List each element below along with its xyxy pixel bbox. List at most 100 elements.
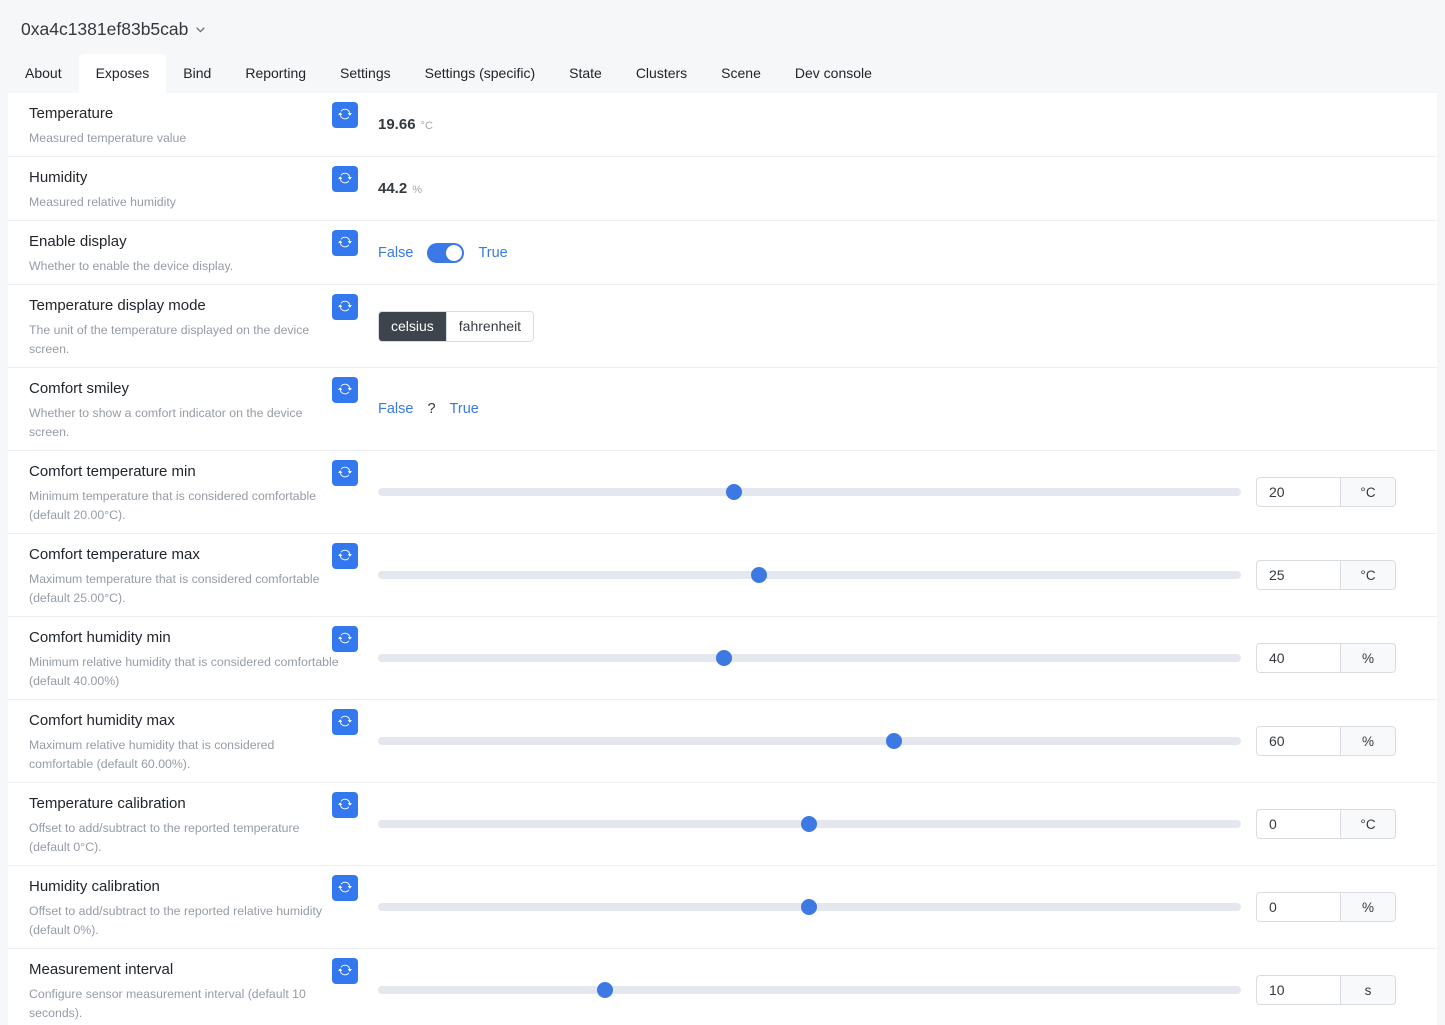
- value-input[interactable]: [1256, 643, 1340, 673]
- slider[interactable]: [378, 899, 1241, 915]
- false-label[interactable]: False: [378, 245, 413, 261]
- refresh-button[interactable]: [332, 709, 358, 735]
- slider-track[interactable]: [378, 986, 1241, 994]
- unit-label: °C: [421, 120, 433, 132]
- unit-addon: %: [1340, 726, 1396, 756]
- true-label[interactable]: True: [450, 401, 479, 417]
- row-description: Whether to show a comfort indicator on t…: [29, 404, 341, 442]
- unit-addon: s: [1340, 975, 1396, 1005]
- slider-thumb[interactable]: [886, 733, 902, 749]
- slider-track[interactable]: [378, 571, 1241, 579]
- value-input[interactable]: [1256, 560, 1340, 590]
- row-title: Humidity: [29, 168, 332, 188]
- value-text: 19.66: [378, 116, 416, 133]
- value-text: 44.2: [378, 180, 407, 197]
- slider-thumb[interactable]: [597, 982, 613, 998]
- tab-dev-console[interactable]: Dev console: [778, 54, 889, 93]
- row-title: Comfort temperature min: [29, 462, 332, 482]
- slider[interactable]: [378, 484, 1241, 500]
- value-input[interactable]: [1256, 477, 1340, 507]
- unit-addon: %: [1340, 643, 1396, 673]
- row-title: Comfort temperature max: [29, 545, 332, 565]
- expose-row-humidity-calibration: Humidity calibration Offset to add/subtr…: [8, 866, 1437, 949]
- slider[interactable]: [378, 982, 1241, 998]
- expose-row-comfort-temperature-min: Comfort temperature min Minimum temperat…: [8, 451, 1437, 534]
- slider-thumb[interactable]: [726, 484, 742, 500]
- refresh-button[interactable]: [332, 377, 358, 403]
- expose-row-comfort-humidity-max: Comfort humidity max Maximum relative hu…: [8, 700, 1437, 783]
- expose-row-temperature: Temperature Measured temperature value 1…: [8, 93, 1437, 157]
- tab-scene[interactable]: Scene: [704, 54, 778, 93]
- slider[interactable]: [378, 816, 1241, 832]
- unit-addon: °C: [1340, 809, 1396, 839]
- refresh-button[interactable]: [332, 543, 358, 569]
- refresh-icon: [338, 963, 352, 980]
- expose-row-temperature-display-mode: Temperature display mode The unit of the…: [8, 285, 1437, 368]
- value-input[interactable]: [1256, 892, 1340, 922]
- expose-row-comfort-smiley: Comfort smiley Whether to show a comfort…: [8, 368, 1437, 451]
- value-input[interactable]: [1256, 809, 1340, 839]
- value-input[interactable]: [1256, 975, 1340, 1005]
- device-header: 0xa4c1381ef83b5cab: [0, 0, 1445, 40]
- refresh-icon: [338, 548, 352, 565]
- tab-settings-specific[interactable]: Settings (specific): [408, 54, 552, 93]
- row-description: Measured relative humidity: [29, 193, 341, 212]
- refresh-button[interactable]: [332, 626, 358, 652]
- refresh-icon: [338, 107, 352, 124]
- slider-track[interactable]: [378, 737, 1241, 745]
- expose-row-comfort-temperature-max: Comfort temperature max Maximum temperat…: [8, 534, 1437, 617]
- enable-display-toggle[interactable]: [427, 243, 464, 263]
- refresh-icon: [338, 382, 352, 399]
- tab-state[interactable]: State: [552, 54, 619, 93]
- slider[interactable]: [378, 733, 1241, 749]
- row-title: Temperature: [29, 104, 332, 124]
- tab-exposes[interactable]: Exposes: [79, 54, 167, 93]
- row-description: Measured temperature value: [29, 129, 341, 148]
- row-description: Offset to add/subtract to the reported r…: [29, 902, 341, 940]
- tab-bar: About Exposes Bind Reporting Settings Se…: [8, 54, 1437, 93]
- slider-thumb[interactable]: [716, 650, 732, 666]
- option-celsius[interactable]: celsius: [379, 312, 446, 341]
- tab-about[interactable]: About: [8, 54, 79, 93]
- value-input[interactable]: [1256, 726, 1340, 756]
- chevron-down-icon[interactable]: [195, 22, 206, 40]
- expose-row-humidity: Humidity Measured relative humidity 44.2…: [8, 157, 1437, 221]
- row-title: Comfort humidity max: [29, 711, 332, 731]
- device-name[interactable]: 0xa4c1381ef83b5cab: [21, 19, 188, 40]
- tab-clusters[interactable]: Clusters: [619, 54, 704, 93]
- refresh-button[interactable]: [332, 102, 358, 128]
- refresh-button[interactable]: [332, 166, 358, 192]
- tab-bind[interactable]: Bind: [166, 54, 228, 93]
- row-description: The unit of the temperature displayed on…: [29, 321, 341, 359]
- refresh-button[interactable]: [332, 460, 358, 486]
- refresh-button[interactable]: [332, 792, 358, 818]
- refresh-icon: [338, 631, 352, 648]
- slider-track[interactable]: [378, 654, 1241, 662]
- slider-track[interactable]: [378, 488, 1241, 496]
- refresh-button[interactable]: [332, 875, 358, 901]
- slider-thumb[interactable]: [751, 567, 767, 583]
- false-label[interactable]: False: [378, 401, 413, 417]
- tab-reporting[interactable]: Reporting: [228, 54, 323, 93]
- unit-label: %: [412, 184, 422, 196]
- row-description: Whether to enable the device display.: [29, 257, 341, 276]
- exposes-panel: Temperature Measured temperature value 1…: [8, 93, 1437, 1025]
- row-description: Minimum relative humidity that is consid…: [29, 653, 341, 691]
- row-title: Humidity calibration: [29, 877, 332, 897]
- expose-row-temperature-calibration: Temperature calibration Offset to add/su…: [8, 783, 1437, 866]
- unit-addon: °C: [1340, 560, 1396, 590]
- refresh-button[interactable]: [332, 230, 358, 256]
- slider-thumb[interactable]: [801, 816, 817, 832]
- refresh-button[interactable]: [332, 294, 358, 320]
- tab-settings[interactable]: Settings: [323, 54, 408, 93]
- slider-thumb[interactable]: [801, 899, 817, 915]
- expose-row-comfort-humidity-min: Comfort humidity min Minimum relative hu…: [8, 617, 1437, 700]
- option-fahrenheit[interactable]: fahrenheit: [446, 312, 533, 341]
- slider[interactable]: [378, 650, 1241, 666]
- slider[interactable]: [378, 567, 1241, 583]
- unit-addon: °C: [1340, 477, 1396, 507]
- true-label[interactable]: True: [478, 245, 507, 261]
- expose-row-measurement-interval: Measurement interval Configure sensor me…: [8, 949, 1437, 1025]
- refresh-button[interactable]: [332, 958, 358, 984]
- row-description: Minimum temperature that is considered c…: [29, 487, 341, 525]
